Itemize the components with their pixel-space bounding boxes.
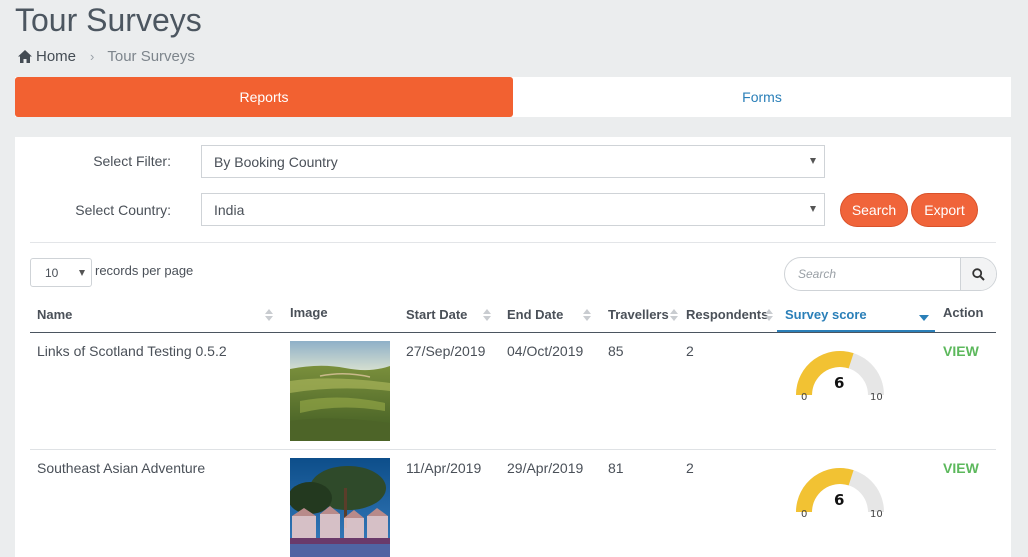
cell-start-date: 27/Sep/2019 (406, 343, 486, 359)
column-header-respondents[interactable]: Respondents (686, 307, 776, 333)
cell-name: Links of Scotland Testing 0.5.2 (37, 343, 227, 359)
survey-score-gauge: 6 0 10 (790, 460, 890, 522)
resort-pool-image (290, 458, 390, 557)
column-header-end-date[interactable]: End Date (507, 307, 597, 333)
header-divider (30, 332, 996, 333)
cell-travellers: 85 (608, 343, 624, 359)
column-header-label: Name (37, 307, 73, 322)
column-header-label: End Date (507, 307, 564, 322)
table-search-button[interactable] (960, 258, 996, 290)
home-icon (18, 50, 32, 63)
search-icon (972, 267, 985, 281)
tour-image-resort (290, 458, 390, 557)
sort-icon (583, 309, 591, 321)
export-button[interactable]: Export (911, 193, 978, 227)
cell-travellers: 81 (608, 460, 624, 476)
chevron-down-icon (79, 270, 85, 276)
gauge-value: 6 (834, 491, 845, 509)
active-sort-underline (777, 330, 935, 332)
column-header-label: Survey score (785, 307, 867, 322)
gauge-max: 10 (870, 392, 883, 403)
per-page-label: records per page (95, 263, 194, 278)
gauge-min: 0 (801, 392, 808, 403)
filter-select[interactable]: By Booking Country (201, 145, 825, 178)
breadcrumb-home[interactable]: Home (18, 48, 76, 65)
gauge-max: 10 (870, 509, 883, 520)
chevron-down-icon (810, 158, 816, 164)
column-header-action: Action (943, 305, 983, 331)
country-select-value: India (214, 201, 245, 218)
breadcrumb-separator: › (90, 49, 95, 64)
gauge-value: 6 (834, 374, 845, 392)
table-search (784, 257, 997, 291)
country-label: Select Country: (75, 202, 171, 218)
cell-name: Southeast Asian Adventure (37, 460, 206, 476)
view-link[interactable]: VIEW (943, 460, 979, 476)
tab-bar: Reports Forms (15, 77, 1011, 117)
column-header-label: Image (290, 305, 328, 320)
view-link[interactable]: VIEW (943, 343, 979, 359)
per-page-value: 10 (45, 265, 59, 280)
cell-respondents: 2 (686, 460, 694, 476)
sort-icon (265, 309, 273, 321)
column-header-label: Travellers (608, 307, 669, 322)
column-header-name[interactable]: Name (37, 307, 277, 333)
column-header-label: Respondents (686, 307, 769, 322)
filter-divider (30, 242, 996, 243)
cell-end-date: 29/Apr/2019 (507, 460, 584, 476)
breadcrumb-current: Tour Surveys (107, 48, 195, 65)
breadcrumb-home-label: Home (36, 48, 77, 65)
column-header-label: Action (943, 305, 984, 320)
breadcrumb: Home › Tour Surveys (18, 48, 195, 65)
sort-icon (765, 309, 773, 321)
column-header-image: Image (290, 305, 328, 331)
survey-score-gauge: 6 0 10 (790, 343, 890, 405)
row-divider (30, 449, 996, 450)
page-title: Tour Surveys (15, 2, 202, 38)
filter-label: Select Filter: (93, 153, 171, 169)
tab-reports[interactable]: Reports (15, 77, 513, 117)
golf-course-image (290, 341, 390, 441)
cell-respondents: 2 (686, 343, 694, 359)
sort-desc-icon (919, 315, 929, 321)
tour-image-golf (290, 341, 390, 441)
column-header-label: Start Date (406, 307, 468, 322)
cell-end-date: 04/Oct/2019 (507, 343, 584, 359)
gauge-min: 0 (801, 509, 808, 520)
sort-icon (670, 309, 678, 321)
table-search-input[interactable] (785, 258, 960, 290)
per-page-select[interactable]: 10 (30, 258, 92, 287)
column-header-travellers[interactable]: Travellers (608, 307, 678, 333)
tab-forms[interactable]: Forms (513, 77, 1011, 117)
search-button[interactable]: Search (840, 193, 908, 227)
reports-panel: Select Filter: By Booking Country Select… (15, 137, 1011, 557)
chevron-down-icon (810, 206, 816, 212)
country-select[interactable]: India (201, 193, 825, 226)
sort-icon (483, 309, 491, 321)
cell-start-date: 11/Apr/2019 (406, 460, 482, 476)
filter-select-value: By Booking Country (214, 153, 338, 170)
column-header-start-date[interactable]: Start Date (406, 307, 496, 333)
